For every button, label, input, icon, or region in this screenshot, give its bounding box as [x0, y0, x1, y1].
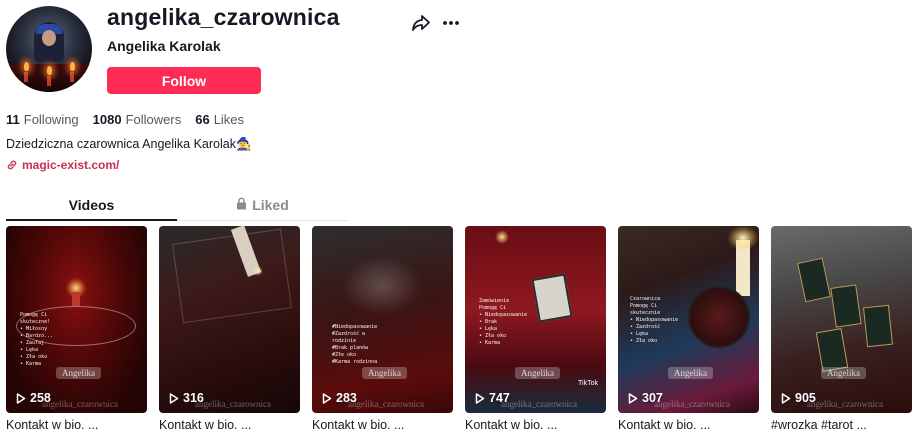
play-count-value: 283 [336, 391, 357, 405]
play-icon [16, 392, 26, 404]
candle-shape [24, 72, 28, 82]
tab-videos[interactable]: Videos [6, 194, 177, 221]
play-icon [781, 392, 791, 404]
share-icon[interactable] [410, 12, 432, 34]
tarot-card-shape [862, 304, 894, 348]
tab-label: Videos [68, 197, 115, 213]
video-caption[interactable]: Kontakt w bio. ... [618, 418, 759, 432]
video-card[interactable]: Czarownica Pomogę Ci skutecznie • Niedopaso… [618, 226, 759, 432]
play-count-value: 747 [489, 391, 510, 405]
stat-following[interactable]: 11 Following [6, 112, 79, 127]
play-icon [475, 392, 485, 404]
video-caption[interactable]: Kontakt w bio. ... [312, 418, 453, 432]
video-card[interactable]: #Niedopasowanie #Zazdrość w rodzinie #Brak … [312, 226, 453, 432]
stat-likes: 66 Likes [195, 112, 244, 127]
stat-label: Likes [213, 112, 245, 127]
video-watermark: angelika_czarownica [807, 399, 883, 409]
video-watermark: angelika_czarownica [654, 399, 730, 409]
flame-shape [24, 62, 29, 71]
profile-link[interactable]: magic-exist.com/ [6, 158, 119, 172]
stat-label: Following [23, 112, 79, 127]
video-play-count: 307 [628, 391, 663, 405]
video-grid: Pomogę Ci skuteczne! • Miłosny • Bardzo...… [6, 226, 912, 432]
candle-glow [495, 230, 509, 244]
video-card[interactable]: angelika_czarownica 316 Kontakt w bio. .… [159, 226, 300, 432]
profile-tabs: Videos Liked [6, 194, 348, 221]
profile-full-name: Angelika Karolak [107, 38, 221, 54]
video-card[interactable]: Zamówienie Pomogę Ci • Niedopasowanie • Bra… [465, 226, 606, 432]
video-play-count: 747 [475, 391, 510, 405]
candle-shape [70, 72, 74, 82]
video-caption[interactable]: Kontakt w bio. ... [6, 418, 147, 432]
follow-button[interactable]: Follow [107, 67, 261, 94]
play-icon [169, 392, 179, 404]
stat-label: Followers [125, 112, 182, 127]
play-icon [628, 392, 638, 404]
tarot-card-shape [171, 228, 293, 324]
video-watermark: angelika_czarownica [42, 399, 118, 409]
play-count-value: 307 [642, 391, 663, 405]
stat-value: 66 [195, 112, 210, 127]
candle-shape [47, 76, 51, 86]
video-card[interactable]: Angelika angelika_czarownica 905 #wrozka… [771, 226, 912, 432]
play-count-value: 905 [795, 391, 816, 405]
profile-bio: Dziedziczna czarownica Angelika Karolak🧙… [6, 137, 252, 151]
play-icon [322, 392, 332, 404]
stat-value: 11 [6, 112, 20, 127]
video-caption[interactable]: Kontakt w bio. ... [159, 418, 300, 432]
tarot-card-shape [830, 284, 862, 328]
video-thumbnail[interactable]: Czarownica Pomogę Ci skutecznie • Niedopaso… [618, 226, 759, 413]
candle-glow [253, 266, 263, 276]
profile-link-text: magic-exist.com/ [22, 158, 120, 172]
pentagram-plate-shape [688, 286, 750, 348]
video-play-count: 905 [781, 391, 816, 405]
tarot-card-shape [797, 257, 831, 303]
video-name-chip: Angelika [668, 367, 713, 379]
video-watermark: angelika_czarownica [348, 399, 424, 409]
video-thumbnail[interactable]: #Niedopasowanie #Zazdrość w rodzinie #Brak … [312, 226, 453, 413]
video-thumbnail[interactable]: Angelika angelika_czarownica 905 [771, 226, 912, 413]
play-count-value: 316 [183, 391, 204, 405]
lock-icon [237, 197, 247, 210]
video-caption[interactable]: Kontakt w bio. ... [465, 418, 606, 432]
video-name-chip: Angelika [821, 367, 866, 379]
video-play-count: 283 [322, 391, 357, 405]
video-play-count: 258 [16, 391, 51, 405]
video-watermark: angelika_czarownica [501, 399, 577, 409]
video-thumbnail[interactable]: angelika_czarownica 316 [159, 226, 300, 413]
tarot-card-shape [815, 328, 849, 372]
video-play-count: 316 [169, 391, 204, 405]
tab-liked[interactable]: Liked [177, 194, 348, 221]
smoke-shape [342, 256, 422, 316]
link-icon [7, 160, 17, 170]
video-thumbnail[interactable]: Zamówienie Pomogę Ci • Niedopasowanie • Bra… [465, 226, 606, 413]
profile-username: angelika_czarownica [107, 4, 340, 30]
candle-shape [72, 292, 80, 306]
video-card[interactable]: Pomogę Ci skuteczne! • Miłosny • Bardzo...… [6, 226, 147, 432]
profile-stats: 11 Following 1080 Followers 66 Likes [6, 112, 244, 127]
video-name-chip: Angelika [362, 367, 407, 379]
video-thumbnail[interactable]: Pomogę Ci skuteczne! • Miłosny • Bardzo...… [6, 226, 147, 413]
candle-glow [728, 226, 758, 250]
flame-shape [70, 62, 75, 71]
avatar-face [42, 30, 56, 46]
tab-label: Liked [252, 197, 289, 213]
video-name-chip: Angelika [56, 367, 101, 379]
avatar[interactable] [6, 6, 92, 92]
more-icon[interactable] [440, 12, 462, 34]
stat-followers[interactable]: 1080 Followers [93, 112, 182, 127]
video-name-chip: Angelika [515, 367, 560, 379]
video-watermark: angelika_czarownica [195, 399, 271, 409]
stat-value: 1080 [92, 112, 122, 127]
flame-shape [47, 66, 52, 75]
play-count-value: 258 [30, 391, 51, 405]
video-caption[interactable]: #wrozka #tarot ... [771, 418, 912, 432]
tiktok-badge: TikTok [578, 380, 598, 387]
